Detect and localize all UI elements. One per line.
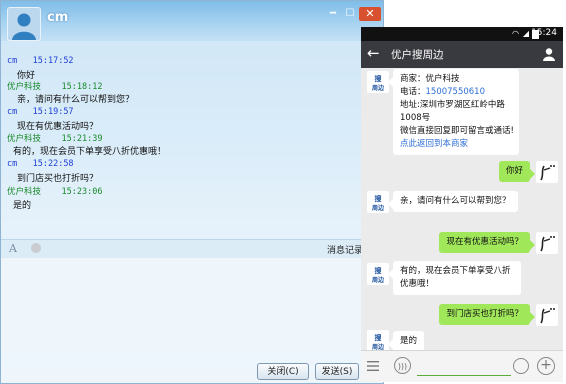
message-time: 15:21:39 [61,134,103,144]
user-avatar-icon [540,236,555,252]
business-message-bubble: 亲，请问有什么可以帮到您？ [388,191,518,212]
emoji-icon[interactable] [513,358,529,374]
send-button[interactable]: 发送(S) [315,363,359,380]
user-message-bubble: 到门店买也打折吗？ [439,304,535,325]
chat-input-bar: ))) + [361,350,563,382]
sender-name: 优户科技 [7,187,42,197]
message-meta: cm 15:22:58 [7,159,74,169]
sender-name: 优户科技 [7,82,42,92]
business-message-bubble: 是的 [387,331,425,352]
message-meta: 优户科技 15:23:06 [7,185,102,197]
message-input[interactable] [417,359,511,376]
user-message-bubble: 现在有优惠活动吗？ [439,232,535,253]
svg-text:搜: 搜 [375,74,383,83]
close-chat-button[interactable]: 关闭(C) [257,363,309,380]
message-time: 15:17:52 [32,56,74,66]
plus-icon[interactable]: + [537,357,555,375]
input-toolbar: A 消息记录 [1,239,363,259]
user-avatar[interactable] [536,161,558,183]
message-time: 15:22:58 [32,159,74,169]
business-message-bubble: 有的，现在会员下单享受八折 优惠哦！ [388,261,521,295]
svg-text:搜: 搜 [375,333,383,342]
business-logo-icon: 搜 周边 [367,191,389,213]
business-avatar[interactable]: 搜 周边 [367,71,389,93]
message-text: 到门店买也打折吗？ [17,174,99,184]
address-line: 地址:深圳市罗湖区红岭中路 [400,100,505,110]
message-line: 有的，现在会员下单享受八折 [400,266,511,276]
svg-text:周边: 周边 [372,84,385,92]
message-time: 15:19:57 [32,107,74,117]
user-avatar-icon [540,308,555,324]
message-meta: 优户科技 15:21:39 [7,132,102,144]
user-message-bubble: 你好 [498,161,536,182]
phone-line: 电话：15007550610 [400,86,512,99]
status-time: 15:24 [531,28,557,38]
phone-number-link[interactable]: 15007550610 [426,87,486,97]
sender-name: cm [7,56,18,66]
message-meta: 优户科技 15:18:12 [7,80,102,92]
business-avatar[interactable]: 搜 周边 [367,191,389,213]
message-text: 有的，现在会员下单享受八折优惠哦！ [13,147,167,157]
message-line: 优惠哦！ [400,279,435,289]
contact-avatar[interactable] [7,7,41,41]
return-to-merchant-link[interactable]: 点此返回到本商家 [400,138,512,151]
reply-note: 微信直接回复即可留言或通话! [400,126,514,136]
message-input-area[interactable] [1,258,363,356]
message-time: 15:18:12 [61,82,103,92]
maximize-button[interactable]: ☐ [343,7,357,21]
message-history-link[interactable]: 消息记录 [327,243,363,256]
business-logo-icon: 搜 周边 [367,263,389,285]
chat-title: 优户搜周边 [391,49,444,61]
status-bar: ◠ ◢ 15:24 [361,27,563,41]
font-icon[interactable]: A [9,242,17,255]
message-time: 15:23:06 [61,187,103,197]
address-line: 1008号 [400,113,431,123]
desktop-chat-window: cm ━ ☐ ✕ cm 15:17:52 你好 优户科技 15:18:12 亲，… [0,0,384,384]
message-text: 是的 [13,201,32,211]
sender-name: 优户科技 [7,134,42,144]
sender-name: cm [7,107,18,117]
emoji-icon[interactable] [31,243,41,253]
message-meta: cm 15:17:52 [7,56,74,66]
close-window-button[interactable]: ✕ [359,7,381,21]
svg-text:周边: 周边 [372,276,385,284]
business-avatar[interactable]: 搜 周边 [367,263,389,285]
message-text: 亲，请问有什么可以帮到您？ [17,95,135,105]
svg-text:搜: 搜 [375,266,383,275]
message-history[interactable]: cm 15:17:52 你好 优户科技 15:18:12 亲，请问有什么可以帮到… [1,47,363,247]
svg-text:搜: 搜 [375,194,383,203]
business-logo-icon: 搜 周边 [367,330,389,352]
merchant-name: 商家：优户科技 [400,74,460,84]
person-icon [8,8,40,40]
svg-text:周边: 周边 [372,204,385,212]
message-text: 现在有优惠活动吗？ [17,122,99,132]
chat-header: ← 优户搜周边 [361,41,563,68]
minimize-button[interactable]: ━ [326,7,340,21]
business-logo-icon: 搜 周边 [367,71,389,93]
menu-icon[interactable] [366,359,380,373]
user-avatar[interactable] [536,232,558,254]
mobile-chat-screen: ◠ ◢ 15:24 ← 优户搜周边 搜 周边 商家：优户科技 电话：150075… [361,27,563,382]
voice-icon[interactable]: ))) [394,357,411,374]
window-titlebar: cm ━ ☐ ✕ [1,1,383,41]
contact-name: cm [47,10,69,25]
signal-icon: ◢ [522,29,529,38]
sender-name: cm [7,159,18,169]
message-meta: cm 15:19:57 [7,107,74,117]
user-avatar-icon [540,165,555,181]
back-arrow-icon[interactable]: ← [367,44,380,62]
user-avatar[interactable] [536,304,558,326]
profile-icon[interactable] [542,47,556,61]
business-avatar[interactable]: 搜 周边 [367,330,389,352]
phone-label: 电话： [400,87,426,97]
business-card-message: 商家：优户科技 电话：15007550610 地址:深圳市罗湖区红岭中路 100… [388,69,519,155]
wifi-icon: ◠ [512,29,519,38]
